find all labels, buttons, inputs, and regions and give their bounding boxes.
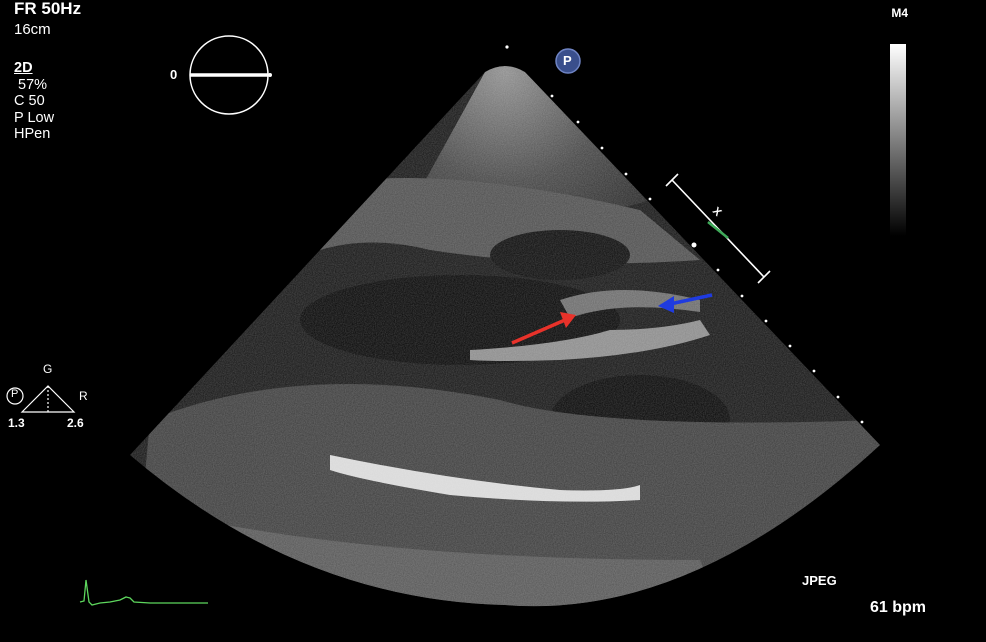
image-sector xyxy=(130,66,880,607)
imaging-params: 2D 57% C 50 P Low HPen xyxy=(14,60,54,143)
angle-indicator xyxy=(189,35,272,115)
triangle-left-value: 1.3 xyxy=(8,416,25,430)
triangle-g-label: G xyxy=(43,362,53,376)
power-label: P Low xyxy=(14,109,55,126)
format-label: JPEG xyxy=(802,573,837,588)
harmonics-label: HPen xyxy=(14,126,51,142)
ultrasound-scene xyxy=(6,35,880,607)
probe-label: M4 xyxy=(891,6,908,20)
ecg-trace xyxy=(79,579,208,606)
triangle-p-label: P xyxy=(11,388,19,400)
compress-label: C 50 xyxy=(14,93,45,109)
frame-rate-label: FR 50Hz xyxy=(14,0,82,18)
triangle-right-value: 2.6 xyxy=(67,416,84,430)
grayscale-bar xyxy=(890,44,906,236)
probe-marker-text: P xyxy=(563,53,572,68)
depth-label: 16cm xyxy=(14,21,51,38)
heart-rate-label: 61 bpm xyxy=(870,599,927,616)
angle-value: 0 xyxy=(170,67,178,82)
mode-label: 2D xyxy=(14,60,33,76)
triangle-r-label: R xyxy=(79,389,88,403)
gain-label: 57% xyxy=(14,76,48,93)
